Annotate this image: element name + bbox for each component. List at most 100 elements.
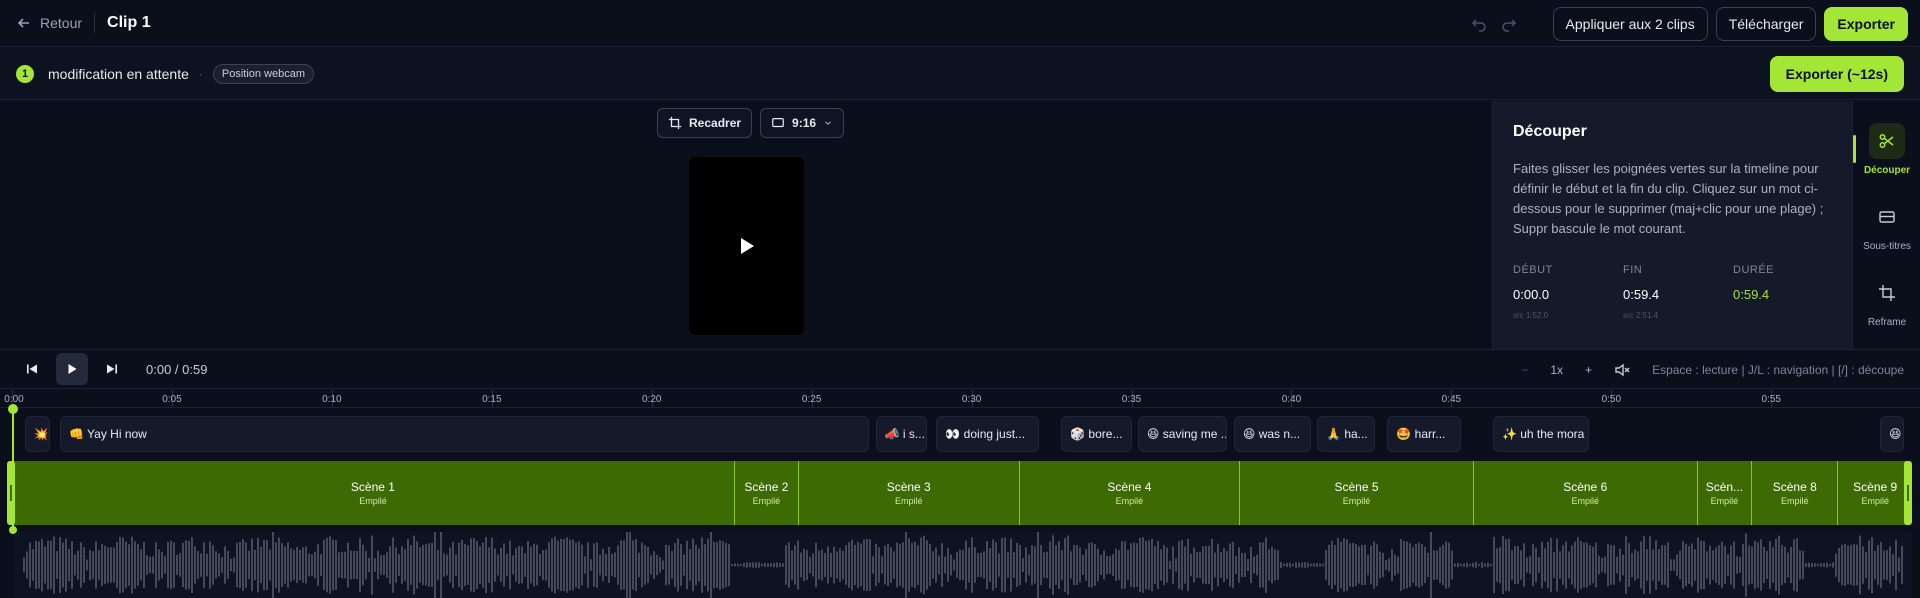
aspect-ratio-label: 9:16 <box>792 116 817 130</box>
playhead-knob[interactable] <box>8 404 18 414</box>
ruler-tick-label: 0:05 <box>162 394 182 405</box>
preview-tools: Recadrer 9:16 <box>657 108 845 138</box>
audio-waveform[interactable] <box>14 532 1912 598</box>
reframe-button[interactable]: Recadrer <box>657 108 753 138</box>
top-bar: Retour Clip 1 Appliquer aux 2 clips Télé… <box>0 0 1920 47</box>
export-button[interactable]: Exporter <box>1824 7 1908 41</box>
scene-block[interactable]: Scène 2 Empilé <box>735 461 799 525</box>
clip-title: Clip 1 <box>107 14 151 31</box>
scene-block[interactable]: Scène 1 Empilé <box>12 461 735 525</box>
scene-name: Scène 1 <box>350 480 395 494</box>
redo-icon[interactable] <box>1501 16 1517 32</box>
download-button[interactable]: Télécharger <box>1715 7 1817 41</box>
scene-name: Scèn... <box>1705 480 1744 494</box>
stat-value: 0:59.4 <box>1733 287 1770 302</box>
trim-end-handle[interactable] <box>1904 461 1912 525</box>
scene-block[interactable]: Scèn... Empilé <box>1698 461 1753 525</box>
stat-duration: DURÉE 0:59.4 <box>1733 264 1843 320</box>
ruler-tick-label: 0:55 <box>1761 394 1781 405</box>
pending-count-badge: 1 <box>16 64 34 83</box>
ruler-tick-label: 0:10 <box>322 394 342 405</box>
apply-to-clips-button[interactable]: Appliquer aux 2 clips <box>1552 7 1708 41</box>
tool-rail: Découper Sous-titres Reframe <box>1852 101 1920 349</box>
play-button[interactable] <box>56 353 88 385</box>
scene-block[interactable]: Scène 6 Empilé <box>1474 461 1698 525</box>
scene-layout: Empilé <box>1342 496 1371 506</box>
clip-editor: Retour Clip 1 Appliquer aux 2 clips Télé… <box>0 0 1920 598</box>
scene-block[interactable]: Scène 8 Empilé <box>1752 461 1839 525</box>
crop-icon <box>668 116 682 130</box>
time-ruler[interactable]: 0:00 0:05 0:10 0:15 0:20 0:25 0:30 0:35 0:40 0:45… <box>0 390 1920 408</box>
scene-layout: Empilé <box>1571 496 1599 506</box>
stat-value: 0:59.4 <box>1623 287 1660 302</box>
rail-label: Sous-titres <box>1863 241 1911 252</box>
scissors-icon <box>1879 134 1894 148</box>
aspect-ratio-select[interactable]: 9:16 <box>760 108 845 138</box>
scene-layout: Empilé <box>894 496 923 506</box>
stat-label: DURÉE <box>1733 264 1775 276</box>
stat-end: FIN 0:59.4 src 2:51.4 <box>1623 264 1733 320</box>
word-chip[interactable]: 👊 Yay Hi now <box>59 416 870 452</box>
panel-description: Faites glisser les poignées vertes sur l… <box>1513 161 1824 236</box>
transport-right: − 1x + Espace : lecture | J/L : navigati… <box>1521 350 1904 390</box>
separator: · <box>198 66 203 81</box>
scene-block[interactable]: Scène 5 Empilé <box>1240 461 1474 525</box>
skip-forward-icon <box>107 364 117 374</box>
word-chip[interactable]: 📣 i s... <box>875 416 927 452</box>
scene-block[interactable]: Scène 3 Empilé <box>799 461 1020 525</box>
video-preview[interactable] <box>689 157 804 335</box>
stat-source: src 2:51.4 <box>1623 311 1659 320</box>
skip-end-button[interactable] <box>96 353 128 385</box>
stat-label: FIN <box>1623 264 1643 276</box>
timecode: 0:00 / 0:59 <box>146 361 208 377</box>
ruler-tick-label: 0:25 <box>801 394 822 405</box>
scene-block[interactable]: Scène 4 Empilé <box>1020 461 1241 525</box>
word-chip[interactable]: 🤩 harr... <box>1387 416 1461 452</box>
playhead[interactable] <box>12 410 14 528</box>
word-chip[interactable]: 😆 <box>1880 416 1904 452</box>
stat-start: DÉBUT 0:00.0 src 1:52.0 <box>1513 264 1623 320</box>
export-estimate-button[interactable]: Exporter (~12s) <box>1769 56 1904 92</box>
back-button[interactable]: Retour <box>16 15 82 31</box>
skip-start-button[interactable] <box>16 353 48 385</box>
scene-layout: Empilé <box>1115 496 1144 506</box>
undo-icon[interactable] <box>1471 16 1487 32</box>
rail-item-reframe[interactable]: Reframe <box>1853 275 1920 328</box>
reframe-label: Recadrer <box>689 116 742 130</box>
rail-label: Reframe <box>1867 317 1907 328</box>
scene-layout: Empilé <box>359 496 387 506</box>
play-icon[interactable] <box>739 237 755 255</box>
word-chip[interactable]: 🎲 bore... <box>1061 416 1132 452</box>
zoom-out-button[interactable]: − <box>1521 363 1528 377</box>
speed-button[interactable]: 1x <box>1550 363 1563 377</box>
scene-block[interactable]: Scène 9 Empilé <box>1838 461 1912 525</box>
top-actions: Appliquer aux 2 clips Télécharger Export… <box>1471 7 1908 41</box>
skip-back-icon <box>27 364 37 374</box>
word-chip[interactable]: ✨ uh the mora <box>1492 416 1589 452</box>
keyboard-hint: Espace : lecture | J/L : navigation | [/… <box>1652 363 1904 377</box>
trim-panel: Découper Faites glisser les poignées ver… <box>1492 101 1852 349</box>
rail-item-trim[interactable]: Découper <box>1853 123 1920 176</box>
subtitles-icon <box>1879 211 1895 223</box>
pending-bar: 1 modification en attente · Position web… <box>0 48 1920 100</box>
ruler-tick-label: 0:40 <box>1281 394 1302 405</box>
screen-icon <box>772 118 784 128</box>
word-chip[interactable]: 🙏 ha... <box>1317 416 1375 452</box>
scene-layout: Empilé <box>752 496 781 506</box>
word-chip[interactable]: 😆 was n... <box>1233 416 1311 452</box>
rail-icon-wrap <box>1869 123 1905 159</box>
change-chip[interactable]: Position webcam <box>212 63 315 84</box>
zoom-in-button[interactable]: + <box>1585 363 1592 377</box>
word-chip[interactable]: 😆 saving me ... <box>1137 416 1228 452</box>
scene-layout: Empilé <box>1861 496 1889 506</box>
scene-name: Scène 8 <box>1772 480 1817 494</box>
word-track: 💥 👊 Yay Hi now 📣 i s... 👀 doing just... 🎲 bo… <box>0 412 1920 456</box>
mute-icon[interactable] <box>1614 362 1630 378</box>
play-icon <box>68 364 77 374</box>
scene-name: Scène 2 <box>744 480 789 494</box>
pending-text: modification en attente <box>48 65 189 82</box>
word-chip[interactable]: 👀 doing just... <box>936 416 1039 452</box>
scene-name: Scène 6 <box>1563 480 1608 494</box>
rail-item-subtitles[interactable]: Sous-titres <box>1853 199 1920 252</box>
word-chip[interactable]: 💥 <box>24 416 51 452</box>
